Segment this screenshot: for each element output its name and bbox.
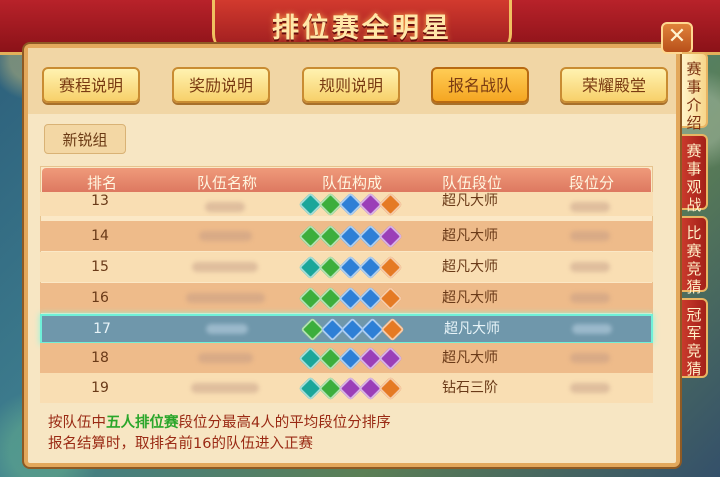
rank-cell: 19: [91, 380, 109, 396]
tier-score-cell-obscured: [530, 373, 649, 403]
team-name-cell-obscured: [160, 192, 290, 216]
rank-cell: 13: [91, 193, 109, 209]
tab-hall-of-fame[interactable]: 荣耀殿堂: [560, 67, 668, 103]
tier-cell: 超凡大师: [442, 228, 498, 244]
team-name-cell-obscured: [160, 373, 290, 403]
team-composition-cell: [290, 283, 410, 313]
tier-cell: 超凡大师: [442, 193, 498, 209]
tab-rewards[interactable]: 奖励说明: [172, 67, 270, 103]
hero-orange-icon: [377, 285, 403, 311]
tier-score-cell-obscured: [530, 343, 649, 373]
team-composition-cell: [290, 252, 410, 282]
side-tab-champion-bet[interactable]: 冠军竞猜: [682, 298, 708, 378]
rank-cell: 17: [93, 321, 111, 337]
tier-score-cell-obscured: [530, 252, 649, 282]
rules-notes: 按队伍中五人排位赛段位分最高4人的平均段位分排序 报名结算时，取排名前16的队伍…: [48, 413, 391, 455]
tier-score-cell-obscured: [530, 192, 649, 216]
team-name-cell-obscured: [162, 316, 292, 342]
team-name-cell-obscured: [160, 252, 290, 282]
side-tab-match-bet[interactable]: 比赛竞猜: [682, 216, 708, 296]
tab-registered-teams[interactable]: 报名战队: [431, 67, 529, 103]
close-button[interactable]: ✕: [661, 22, 693, 54]
tab-schedule[interactable]: 赛程说明: [42, 67, 140, 103]
table-row[interactable]: 16 超凡大师: [40, 283, 653, 313]
team-composition-cell: [290, 373, 410, 403]
tier-score-cell-obscured: [532, 316, 651, 342]
rank-cell: 15: [91, 259, 109, 275]
table-row[interactable]: 19 钻石三阶: [40, 373, 653, 403]
tier-cell: 超凡大师: [442, 350, 498, 366]
rank-cell: 16: [91, 290, 109, 306]
tier-score-cell-obscured: [530, 221, 649, 251]
hero-orange-icon: [377, 254, 403, 280]
note-line-2: 报名结算时，取排名前16的队伍进入正赛: [48, 436, 313, 452]
side-tab-spectate[interactable]: 赛事观战: [682, 134, 708, 214]
hero-purple-icon: [377, 223, 403, 249]
tier-cell: 超凡大师: [442, 290, 498, 306]
tier-cell: 超凡大师: [442, 259, 498, 275]
table-row[interactable]: 17 超凡大师: [40, 314, 653, 344]
hero-orange-icon: [377, 375, 403, 401]
table-row[interactable]: 18 超凡大师: [40, 343, 653, 373]
hero-orange-icon: [377, 191, 403, 217]
window-title: 排位赛全明星: [272, 13, 452, 44]
tier-cell: 超凡大师: [444, 321, 500, 337]
note-line-1: 按队伍中五人排位赛段位分最高4人的平均段位分排序: [48, 415, 391, 431]
team-composition-cell: [292, 316, 412, 342]
hero-purple-icon: [377, 345, 403, 371]
table-row[interactable]: 14 超凡大师: [40, 221, 653, 251]
note-highlight: 五人排位赛: [106, 415, 179, 431]
table-row[interactable]: 13 超凡大师: [40, 191, 653, 217]
tier-score-cell-obscured: [530, 283, 649, 313]
tier-cell: 钻石三阶: [442, 380, 498, 396]
rank-cell: 14: [91, 228, 109, 244]
hero-orange-icon: [379, 316, 405, 342]
team-name-cell-obscured: [160, 221, 290, 251]
team-composition-cell: [290, 343, 410, 373]
team-composition-cell: [290, 221, 410, 251]
table-row[interactable]: 15 超凡大师: [40, 252, 653, 282]
rank-cell: 18: [91, 350, 109, 366]
side-tab-event-intro[interactable]: 赛事介绍: [682, 52, 708, 132]
team-name-cell-obscured: [160, 283, 290, 313]
group-filter-button[interactable]: 新锐组: [44, 124, 126, 154]
tab-rules[interactable]: 规则说明: [302, 67, 400, 103]
team-composition-cell: [290, 191, 410, 217]
team-name-cell-obscured: [160, 343, 290, 373]
